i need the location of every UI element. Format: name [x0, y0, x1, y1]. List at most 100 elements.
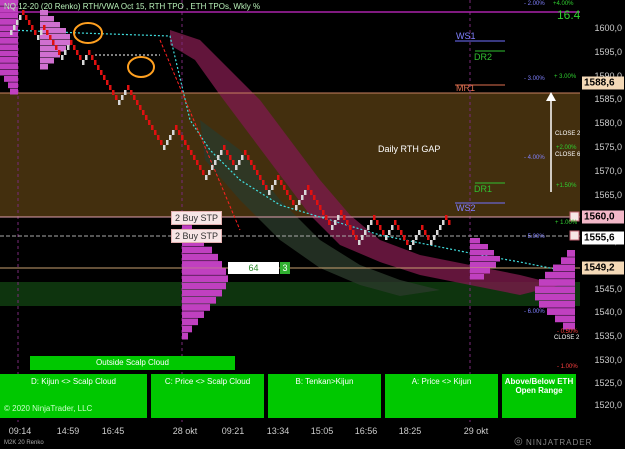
renko-brick [79, 55, 82, 60]
renko-brick [445, 215, 448, 220]
renko-brick [319, 205, 322, 210]
renko-brick [337, 215, 340, 220]
profile-bar [40, 40, 70, 46]
eth-range-line2: Open Range [515, 386, 563, 395]
renko-brick [211, 165, 214, 170]
renko-brick [82, 60, 85, 65]
renko-brick [226, 150, 229, 155]
profile-bar [470, 250, 494, 256]
renko-brick [271, 185, 274, 190]
renko-brick [307, 185, 310, 190]
profile-bar [182, 318, 198, 326]
renko-brick [121, 95, 124, 100]
renko-brick [277, 175, 280, 180]
profile-bar [40, 52, 60, 58]
renko-brick [166, 140, 169, 145]
profile-bar [182, 246, 212, 254]
profile-bar [182, 296, 216, 304]
renko-brick [376, 220, 379, 225]
position-qty[interactable]: 64 [228, 262, 279, 274]
renko-brick [52, 40, 55, 45]
renko-brick [265, 185, 268, 190]
buy-stop-order[interactable]: 2 Buy STP [171, 211, 223, 225]
profile-bar [40, 46, 66, 52]
profile-bar [182, 332, 188, 340]
renko-brick [298, 200, 301, 205]
price-tick: 1565,0 [594, 190, 622, 200]
renko-brick [130, 90, 133, 95]
renko-brick [268, 190, 271, 195]
renko-brick [43, 25, 46, 30]
renko-brick [316, 200, 319, 205]
renko-brick [385, 235, 388, 240]
price-tick: 1545,0 [594, 284, 622, 294]
renko-brick [40, 30, 43, 35]
time-axis[interactable]: 09:14 14:59 16:45 28 okt 09:21 13:34 15:05 16:5… [0, 422, 580, 438]
time-tick: 18:25 [398, 426, 422, 436]
renko-brick [28, 20, 31, 25]
time-tick: 13:34 [266, 426, 290, 436]
renko-brick [169, 135, 172, 140]
renko-brick [259, 175, 262, 180]
instrument-label: M2K 20 Renko [4, 440, 44, 446]
renko-brick [160, 140, 163, 145]
position-badge[interactable]: 3 [280, 262, 290, 274]
renko-brick [145, 115, 148, 120]
renko-brick [364, 230, 367, 235]
renko-brick [295, 205, 298, 210]
renko-brick [187, 145, 190, 150]
renko-brick [382, 230, 385, 235]
renko-brick [157, 135, 160, 140]
renko-brick [373, 215, 376, 220]
profile-bar [470, 268, 490, 274]
price-tick: 1540,0 [594, 307, 622, 317]
panel-eth-range: Above/Below ETH Open Range [502, 374, 576, 418]
renko-brick [391, 225, 394, 230]
renko-brick [202, 170, 205, 175]
pct-label: +1.50% [556, 183, 577, 189]
renko-brick [403, 235, 406, 240]
renko-brick [328, 220, 331, 225]
renko-brick [49, 35, 52, 40]
profile-bar [547, 308, 575, 315]
profile-bar [470, 238, 480, 244]
renko-brick [58, 50, 61, 55]
renko-brick [247, 155, 250, 160]
renko-brick [205, 175, 208, 180]
profile-bar [40, 16, 54, 22]
price-tick: 1530,0 [594, 355, 622, 365]
renko-brick [229, 155, 232, 160]
gap-label: Daily RTH GAP [378, 144, 441, 154]
chart-title: NQ 12-20 (20 Renko) RTH/VWA Oct 15, RTH … [4, 2, 261, 11]
renko-brick [217, 155, 220, 160]
renko-brick [448, 220, 451, 225]
profile-bar [182, 325, 192, 333]
copyright: © 2020 NinjaTrader, LLC [4, 404, 93, 413]
renko-brick [433, 235, 436, 240]
buy-stop-order[interactable]: 2 Buy STP [171, 229, 223, 243]
renko-brick [220, 150, 223, 155]
mr1-label: MR1 [456, 83, 476, 93]
renko-brick [400, 230, 403, 235]
renko-brick [232, 160, 235, 165]
renko-brick [238, 160, 241, 165]
pct-label: - 3.00% [524, 76, 545, 82]
dr1-label: DR1 [474, 184, 493, 194]
profile-bar [470, 274, 484, 280]
renko-brick [439, 225, 442, 230]
profile-bar [40, 34, 70, 40]
profile-bar [470, 244, 488, 250]
order-close-icon [569, 230, 580, 241]
profile-bar [0, 38, 18, 44]
time-tick: 16:45 [101, 426, 125, 436]
renko-brick [10, 30, 13, 35]
renko-brick [370, 220, 373, 225]
pct-label: - 6.00% [524, 309, 545, 315]
profile-bar [182, 253, 218, 261]
profile-bar [553, 264, 575, 272]
profile-bar [182, 261, 222, 268]
price-tick: 1600,0 [594, 23, 622, 33]
renko-brick [67, 45, 70, 50]
panel-c: C: Price <> Scalp Cloud [151, 374, 264, 418]
profile-bar [182, 311, 204, 318]
